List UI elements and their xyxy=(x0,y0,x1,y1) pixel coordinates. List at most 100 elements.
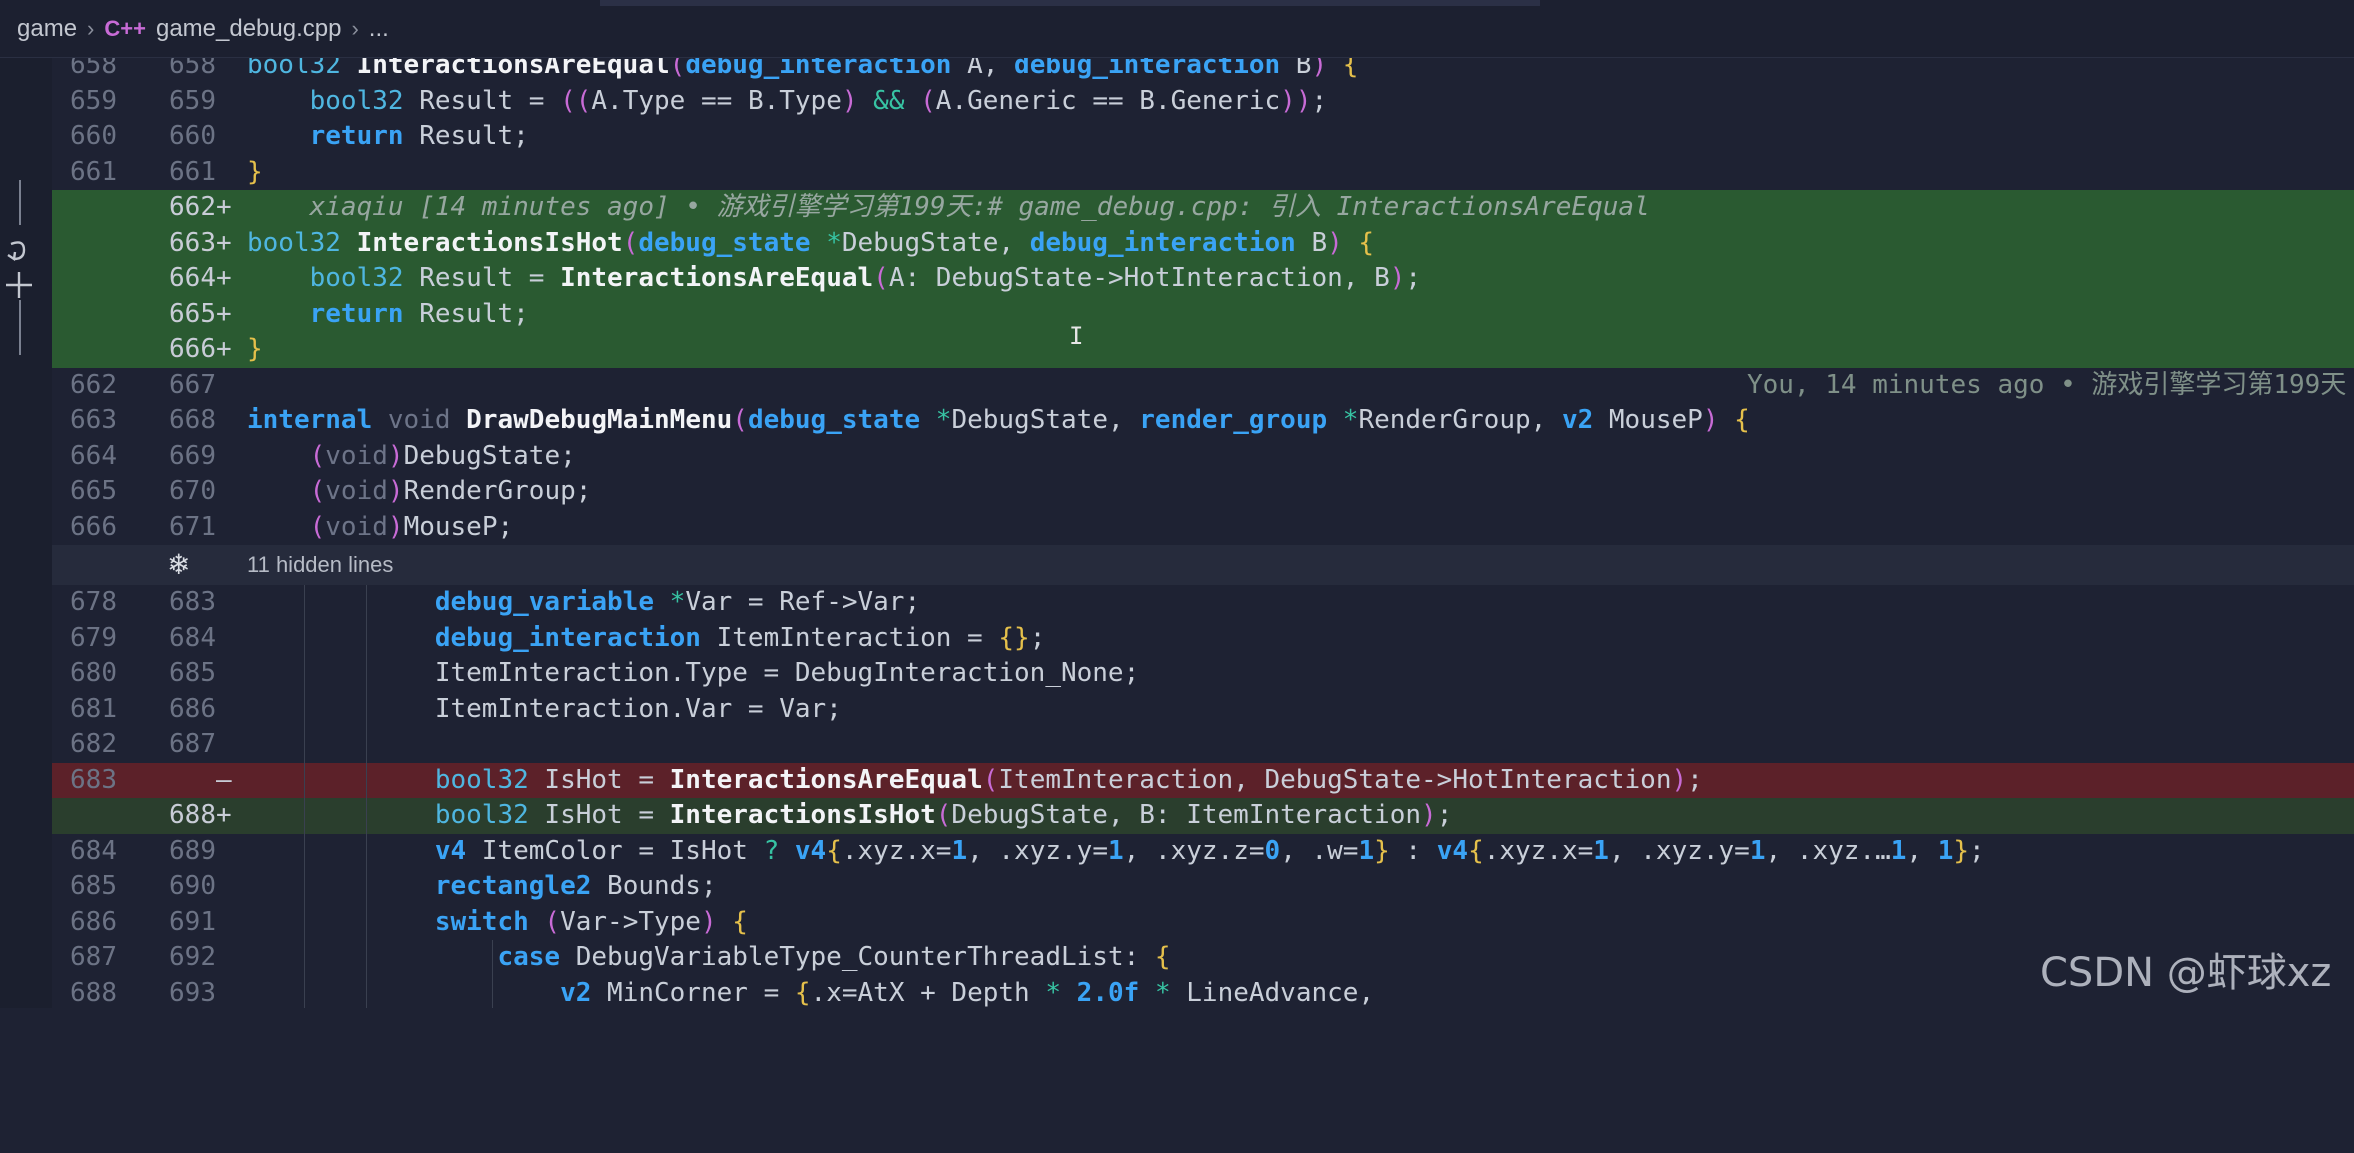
breadcrumb-more[interactable]: ... xyxy=(369,15,389,43)
code-line: 682 687 xyxy=(52,727,2354,763)
new-line-number: 665 xyxy=(169,298,216,329)
code-line: 659 659 bool32 Result = ((A.Type == B.Ty… xyxy=(52,84,2354,120)
code-line: 662 667 xyxy=(52,368,2354,404)
old-line-number: 684 xyxy=(70,835,117,866)
new-line-number: 668 xyxy=(169,405,216,435)
new-line-number: 667 xyxy=(169,369,216,400)
diff-marker: + xyxy=(216,800,232,830)
plus-icon[interactable] xyxy=(4,270,34,300)
code-text[interactable]: } xyxy=(247,332,263,368)
code-line: 663 668 internal void DrawDebugMainMenu(… xyxy=(52,403,2354,439)
old-line-number: 681 xyxy=(70,693,117,724)
code-line: 665 670 (void)RenderGroup; xyxy=(52,474,2354,510)
unfold-icon[interactable]: ❄ xyxy=(167,545,190,585)
watermark: CSDN @虾球xz xyxy=(2040,950,2332,996)
old-line-number: 665 xyxy=(70,476,117,506)
breadcrumb-folder[interactable]: game xyxy=(17,15,77,43)
old-line-number: 686 xyxy=(70,906,117,937)
diff-marker: + xyxy=(216,263,232,293)
old-line-number: 688 xyxy=(70,977,117,1008)
code-text[interactable]: (void)DebugState; xyxy=(247,439,576,475)
new-line-number: 671 xyxy=(169,511,216,542)
diff-marker: + xyxy=(216,334,232,364)
code-text[interactable]: ItemInteraction.Type = DebugInteraction_… xyxy=(247,656,1139,692)
code-text[interactable]: rectangle2 Bounds; xyxy=(247,869,717,905)
new-line-number: 688 xyxy=(169,800,216,830)
code-text[interactable]: switch (Var->Type) { xyxy=(247,905,748,941)
new-line-number: 662 xyxy=(169,192,216,222)
old-line-number: 662 xyxy=(70,369,117,400)
old-line-number: 685 xyxy=(70,871,117,901)
code-line: 666 671 (void)MouseP; xyxy=(52,510,2354,546)
indent-guide xyxy=(304,585,305,1008)
code-text[interactable]: return Result; xyxy=(247,119,529,155)
new-line-number: 684 xyxy=(169,622,216,653)
old-line-number: 687 xyxy=(70,942,117,972)
code-line: 679 684 debug_interaction ItemInteractio… xyxy=(52,621,2354,657)
new-line-number: 686 xyxy=(169,693,216,724)
old-line-number: 666 xyxy=(70,511,117,542)
old-line-number: 682 xyxy=(70,729,117,759)
code-line: 686 691 switch (Var->Type) { xyxy=(52,905,2354,941)
code-text[interactable]: case DebugVariableType_CounterThreadList… xyxy=(247,940,1170,976)
new-line-number: 685 xyxy=(169,658,216,688)
text-cursor-icon: I xyxy=(1069,322,1084,350)
diff-marker: + xyxy=(216,227,232,258)
cpp-file-icon: C++ xyxy=(104,15,146,41)
code-text[interactable]: return Result; xyxy=(247,297,529,333)
diff-hunk-controls xyxy=(0,180,40,360)
code-text[interactable]: v4 ItemColor = IsHot ? v4{.xyz.x=1, .xyz… xyxy=(247,834,1985,870)
old-line-number: 659 xyxy=(70,85,117,116)
code-line: 664 669 (void)DebugState; xyxy=(52,439,2354,475)
indent-guide xyxy=(492,940,493,1008)
new-line-number: 660 xyxy=(169,121,216,151)
breadcrumb: game › C++ game_debug.cpp › ... xyxy=(0,0,2354,58)
old-line-number: 679 xyxy=(70,622,117,653)
code-text[interactable]: bool32 Result = InteractionsAreEqual(A: … xyxy=(247,261,1421,297)
hidden-lines-label[interactable]: 11 hidden lines xyxy=(247,545,393,585)
new-line-number: 693 xyxy=(169,977,216,1008)
code-text[interactable]: ItemInteraction.Var = Var; xyxy=(247,692,842,728)
diff-marker: — xyxy=(216,764,232,795)
code-line: 660 660 return Result; xyxy=(52,119,2354,155)
code-line: 661 661 } xyxy=(52,155,2354,191)
code-text[interactable]: bool32 IsHot = InteractionsAreEqual(Item… xyxy=(247,763,1703,799)
new-line-number: 661 xyxy=(169,156,216,187)
new-line-number: 666 xyxy=(169,334,216,364)
code-line: 678 683 debug_variable *Var = Ref->Var; xyxy=(52,585,2354,621)
undo-icon[interactable] xyxy=(4,235,34,265)
code-line: 688 693 v2 MinCorner = {.x=AtX + Depth *… xyxy=(52,976,2354,1012)
code-text[interactable]: debug_variable *Var = Ref->Var; xyxy=(247,585,920,621)
old-line-number: 661 xyxy=(70,156,117,187)
new-line-number: 689 xyxy=(169,835,216,866)
code-text[interactable]: bool32 Result = ((A.Type == B.Type) && (… xyxy=(247,84,1328,120)
blame-annotation: xiaqiu [14 minutes ago] • 游戏引擎学习第199天:# … xyxy=(247,192,1650,222)
code-line-added: 666 + } xyxy=(52,332,2354,368)
tab-strip-edge xyxy=(600,0,1540,6)
old-line-number: 660 xyxy=(70,121,117,151)
code-text[interactable]: } xyxy=(247,155,263,191)
indent-guide xyxy=(366,585,367,1008)
new-line-number: 687 xyxy=(169,729,216,759)
old-line-number: 678 xyxy=(70,587,117,617)
code-line: 681 686 ItemInteraction.Var = Var; xyxy=(52,692,2354,728)
code-text[interactable]: internal void DrawDebugMainMenu(debug_st… xyxy=(247,403,1750,439)
diff-editor[interactable]: 658 658 bool32 InteractionsAreEqual(debu… xyxy=(52,48,2354,1008)
chevron-right-icon: › xyxy=(351,15,359,41)
new-line-number: 691 xyxy=(169,906,216,937)
code-line: 680 685 ItemInteraction.Type = DebugInte… xyxy=(52,656,2354,692)
code-text[interactable]: bool32 IsHot = InteractionsIsHot(DebugSt… xyxy=(247,798,1453,834)
code-text[interactable]: (void)MouseP; xyxy=(247,510,514,546)
new-line-number: 670 xyxy=(169,476,216,506)
code-text[interactable]: bool32 InteractionsIsHot(debug_state *De… xyxy=(247,226,1374,262)
old-line-number: 683 xyxy=(70,764,117,795)
breadcrumb-file[interactable]: game_debug.cpp xyxy=(156,15,341,43)
new-line-number: 690 xyxy=(169,871,216,901)
code-line-added: 665 + return Result; xyxy=(52,296,2354,333)
hidden-lines-bar[interactable]: ❄ 11 hidden lines xyxy=(52,545,2354,585)
code-text[interactable]: (void)RenderGroup; xyxy=(247,474,592,510)
new-line-number: 692 xyxy=(169,942,216,972)
code-text[interactable]: v2 MinCorner = {.x=AtX + Depth * 2.0f * … xyxy=(247,976,1374,1012)
new-line-number: 664 xyxy=(169,263,216,293)
new-line-number: 683 xyxy=(169,587,216,617)
